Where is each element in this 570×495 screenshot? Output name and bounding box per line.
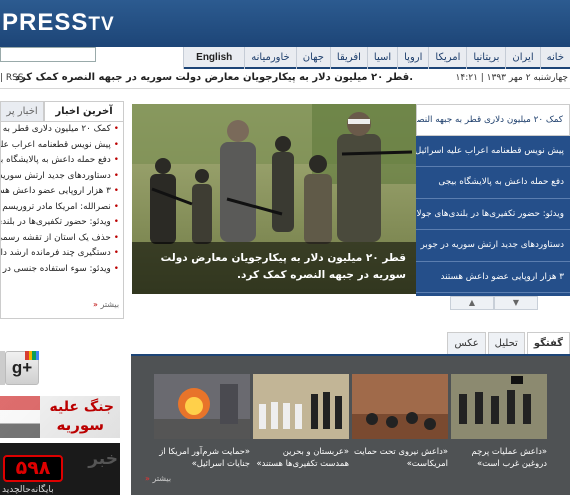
featured-item-active[interactable]: کمک ۲۰ میلیون دلاری قطر به جبهه النصره [416, 104, 570, 136]
nav-africa[interactable]: افریقا [329, 47, 367, 69]
latest-news-list: کمک ۲۰ میلیون دلاری قطر به جبهه ا پیش نو… [0, 121, 124, 319]
list-item[interactable]: نصرالله: امریکا مادر تروریسم در جه [1, 200, 123, 216]
date-ticker-bar: چهارشنبه ۲ مهر ۱۳۹۳ | ۱۴:۲۱ قطر ۲۰ میلیو… [0, 69, 570, 89]
list-item[interactable]: دفع حمله داعش به پالایشگاه بیجی [1, 153, 123, 169]
banner-title: جنگ علیه [49, 399, 115, 415]
gallery-caption: «عربستان و بحرین همدست تکفیری‌ها هستند» [256, 446, 349, 468]
list-item[interactable]: پیش نویس قطعنامه اعراب علیه اسرا [1, 138, 123, 154]
latest-more-link[interactable]: بیشتر [93, 300, 119, 309]
gallery-item[interactable]: «داعش نیروی تحت حمایت امریکاست» [352, 374, 448, 469]
nav-home[interactable]: خانه [539, 47, 570, 69]
nav-america[interactable]: امریکا [428, 47, 466, 69]
presstv-logo[interactable]: PRESSTV [2, 9, 115, 37]
list-item[interactable]: حذف یک استان از تقشه رسمی بحری [1, 231, 123, 247]
featured-item[interactable]: پیش نویس قطعنامه اعراب علیه اسرائیل [416, 136, 570, 167]
site-header: PRESSTV [0, 0, 570, 47]
featured-item[interactable]: دفع حمله داعش به پالایشگاه بیجی [416, 167, 570, 199]
latest-news-tabs: آخرین اخبار اخبار پر [0, 101, 124, 121]
banner-tagline: بایگانه‌حالچدید [2, 485, 54, 495]
gallery-thumbnail [253, 374, 349, 439]
news-ticker[interactable]: قطر ۲۰ میلیون دلار به پیکارجویان معارض د… [15, 72, 413, 83]
gallery-thumbnail [154, 374, 250, 439]
tab-latest-news[interactable]: آخرین اخبار [44, 101, 124, 121]
featured-news-list: کمک ۲۰ میلیون دلاری قطر به جبهه النصره پ… [416, 104, 570, 296]
nav-britain[interactable]: بریتانیا [466, 47, 505, 69]
gallery-caption: «داعش نیروی تحت حمایت امریکاست» [353, 446, 448, 468]
list-item[interactable]: ویدئو: سوء استفاده جنسی در کمپ ا [1, 262, 123, 278]
rss-link[interactable]: | RSS [0, 73, 24, 83]
tab-photo-of-day[interactable]: عکس روز [447, 332, 486, 371]
arrow-down-button[interactable]: ▼ [494, 296, 538, 310]
google-colors-mark [25, 351, 39, 360]
gallery-caption: «داعش عملیات پرچم دروغین غرب است» [471, 446, 547, 468]
nav-middle-east[interactable]: خاورمیانه [244, 47, 295, 69]
list-item[interactable]: دستاوردهای جدید ارتش سوریه در ج [1, 169, 123, 185]
featured-caption[interactable]: قطر ۲۰ میلیون دلار به پیکارجویان معارض د… [132, 242, 416, 294]
list-item[interactable]: کمک ۲۰ میلیون دلاری قطر به جبهه ا [1, 122, 123, 138]
tab-talk[interactable]: گفتگو [526, 332, 570, 354]
media-tabs: گفتگو تحلیل عکس روز [447, 332, 570, 371]
banner-598-logo: ۵۹۸ [3, 455, 63, 482]
gallery-item[interactable]: «حمایت شرم‌آور امریکا از جنایات اسرائیل» [154, 374, 250, 469]
page: { "header": { "logo": "PRESS", "logo_suf… [0, 0, 570, 495]
gallery-item[interactable]: «داعش عملیات پرچم دروغین غرب است» [451, 374, 547, 469]
logo-text: PRESS [2, 9, 89, 36]
nav-world[interactable]: جهان [295, 47, 330, 69]
featured-item[interactable]: دستاوردهای جدید ارتش سوریه در جوبر [416, 230, 570, 262]
featured-item[interactable]: ویدئو: حضور تکفیری‌ها در بلندی‌های جولان [416, 199, 570, 230]
war-on-syria-banner[interactable]: جنگ علیه سوریه [0, 396, 120, 438]
main-nav: خانه ایران بریتانیا امریکا اروپا اسیا اف… [183, 47, 570, 69]
gallery-thumbnail [352, 374, 448, 439]
tab-popular-news[interactable]: اخبار پر [0, 101, 44, 121]
featured-item[interactable]: ۳ هزار اروپایی عضو داعش هستند [416, 262, 570, 293]
nav-english[interactable]: English [183, 47, 244, 69]
current-date: چهارشنبه ۲ مهر ۱۳۹۳ | ۱۴:۲۱ [455, 73, 568, 83]
featured-nav-arrows: ▲ ▼ [450, 296, 538, 310]
list-item[interactable]: ۳ هزار اروپایی عضو داعش هستند [1, 184, 123, 200]
banner-news-title: خبر [88, 449, 118, 469]
search-input[interactable] [0, 47, 96, 62]
featured-news-image[interactable]: قطر ۲۰ میلیون دلار به پیکارجویان معارض د… [132, 104, 416, 294]
list-item[interactable]: دستگیری چند فرمانده ارشد داعش [1, 246, 123, 262]
gallery-item[interactable]: «عربستان و بحرین همدست تکفیری‌ها هستند» [253, 374, 349, 469]
gallery-more-link[interactable]: بیشتر [145, 474, 171, 483]
arrow-up-button[interactable]: ▲ [450, 296, 494, 310]
nav-europe[interactable]: اروپا [397, 47, 428, 69]
nav-asia[interactable]: اسیا [366, 47, 397, 69]
gallery-thumbnail [451, 374, 547, 439]
banner-subtitle: سوریه [56, 416, 104, 434]
news-598-banner[interactable]: خبر ۵۹۸ بایگانه‌حالچدید [0, 443, 120, 495]
list-item[interactable]: ویدئو: حضور تکفیری‌ها در بلندی‌های [1, 215, 123, 231]
tab-analysis[interactable]: تحلیل [487, 332, 525, 354]
logo-suffix: TV [88, 14, 115, 35]
nav-iran[interactable]: ایران [505, 47, 539, 69]
syria-flag-graphic [0, 396, 40, 438]
gallery-caption: «حمایت شرم‌آور امریکا از جنایات اسرائیل» [159, 446, 250, 468]
video-gallery: «داعش عملیات پرچم دروغین غرب است» «داعش … [131, 354, 570, 495]
